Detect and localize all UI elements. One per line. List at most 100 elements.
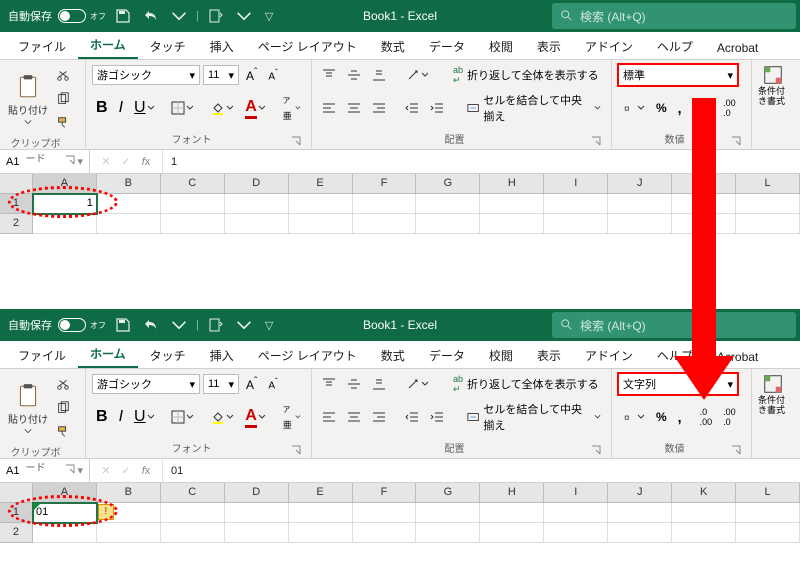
format-painter-icon[interactable] [52,112,74,134]
cell[interactable] [33,214,97,234]
cell[interactable] [225,214,289,234]
cell[interactable] [416,194,480,214]
tab-view[interactable]: 表示 [525,33,573,59]
align-top-icon[interactable] [318,64,340,86]
cell[interactable] [97,523,161,543]
cell[interactable] [416,214,480,234]
column-header[interactable]: F [353,483,417,503]
cell-a1[interactable]: 1 [33,194,97,214]
chevron-down-icon[interactable] [233,5,255,27]
percent-button[interactable]: % [652,97,671,119]
tab-data[interactable]: データ [417,342,477,368]
cut-icon[interactable] [52,373,74,395]
cell[interactable] [544,194,608,214]
underline-button[interactable]: U [130,97,159,119]
fill-color-button[interactable] [207,97,238,119]
tab-home[interactable]: ホーム [78,340,138,368]
clipboard-dialog-launcher[interactable] [65,461,79,475]
phonetic-button[interactable]: ア亜 [279,406,305,428]
font-size-selector[interactable]: 11▾ [203,374,239,394]
tab-review[interactable]: 校閲 [477,33,525,59]
chevron-down-icon[interactable] [168,5,190,27]
cell[interactable] [353,523,417,543]
decrease-decimal-icon[interactable]: .00.0 [719,97,740,119]
tab-touch[interactable]: タッチ [138,33,198,59]
cell[interactable] [480,194,544,214]
comma-button[interactable]: , [674,97,686,119]
column-header[interactable]: C [161,483,225,503]
merge-center-button[interactable]: セルを結合して中央揃え [463,97,605,119]
row-header[interactable]: 2 [0,214,33,234]
cell[interactable] [480,214,544,234]
align-dialog-launcher[interactable] [591,442,605,456]
tab-formulas[interactable]: 数式 [369,342,417,368]
column-header[interactable]: B [97,174,161,194]
cell[interactable] [97,194,161,214]
tab-file[interactable]: ファイル [6,342,78,368]
column-header[interactable]: E [289,483,353,503]
decrease-font-icon[interactable]: Aˇ [264,373,281,395]
cell[interactable] [289,214,353,234]
cell[interactable] [353,503,417,523]
copy-icon[interactable] [52,397,74,419]
number-format-selector[interactable]: 標準▾ [618,64,738,86]
undo-icon[interactable] [140,5,162,27]
align-top-icon[interactable] [318,373,340,395]
wrap-text-button[interactable]: ab↵折り返して全体を表示する [449,373,603,395]
font-color-button[interactable]: A [241,406,270,428]
cell[interactable] [608,523,672,543]
cell[interactable] [608,214,672,234]
tab-review[interactable]: 校閲 [477,342,525,368]
cell[interactable] [736,503,800,523]
search-box[interactable]: 検索 (Alt+Q) [552,3,796,29]
decrease-indent-icon[interactable] [401,97,423,119]
italic-button[interactable]: I [115,97,127,119]
align-left-icon[interactable] [318,406,340,428]
cell[interactable] [353,214,417,234]
cell[interactable] [289,194,353,214]
merge-center-button[interactable]: セルを結合して中央揃え [463,406,605,428]
cell[interactable] [225,503,289,523]
quickaccess-more-icon[interactable] [205,5,227,27]
cell[interactable] [161,503,225,523]
tab-formulas[interactable]: 数式 [369,33,417,59]
column-header[interactable]: C [161,174,225,194]
tab-file[interactable]: ファイル [6,33,78,59]
cell[interactable] [672,523,736,543]
currency-button[interactable]: ¤ [618,406,649,428]
decrease-font-icon[interactable]: Aˇ [264,64,281,86]
column-header[interactable]: D [225,174,289,194]
cell[interactable] [672,503,736,523]
increase-font-icon[interactable]: Aˆ [242,373,261,395]
align-left-icon[interactable] [318,97,340,119]
column-header[interactable]: G [416,483,480,503]
cell[interactable] [161,214,225,234]
column-header[interactable]: B [97,483,161,503]
column-header[interactable]: D [225,483,289,503]
cell[interactable] [353,194,417,214]
tab-view[interactable]: 表示 [525,342,573,368]
cell-a1[interactable]: 01 ! [33,503,97,523]
align-middle-icon[interactable] [343,64,365,86]
conditional-formatting-button[interactable]: 条件付き書式 [758,64,788,106]
cell[interactable] [480,503,544,523]
chevron-down-icon[interactable] [168,314,190,336]
conditional-formatting-button[interactable]: 条件付き書式 [758,373,788,415]
autosave-toggle[interactable] [58,9,86,23]
chevron-down-icon[interactable] [233,314,255,336]
border-button[interactable] [167,97,198,119]
font-color-button[interactable]: A [241,97,270,119]
orientation-button[interactable] [402,373,433,395]
formula-input[interactable]: 01 [163,465,800,477]
save-icon[interactable] [112,5,134,27]
save-icon[interactable] [112,314,134,336]
align-dialog-launcher[interactable] [591,133,605,147]
column-header[interactable]: I [544,174,608,194]
cell[interactable] [672,194,736,214]
fill-color-button[interactable] [207,406,238,428]
column-header[interactable]: K [672,174,736,194]
tab-data[interactable]: データ [417,33,477,59]
tab-help[interactable]: ヘルプ [645,33,705,59]
tab-pagelayout[interactable]: ページ レイアウト [246,33,369,59]
align-middle-icon[interactable] [343,373,365,395]
